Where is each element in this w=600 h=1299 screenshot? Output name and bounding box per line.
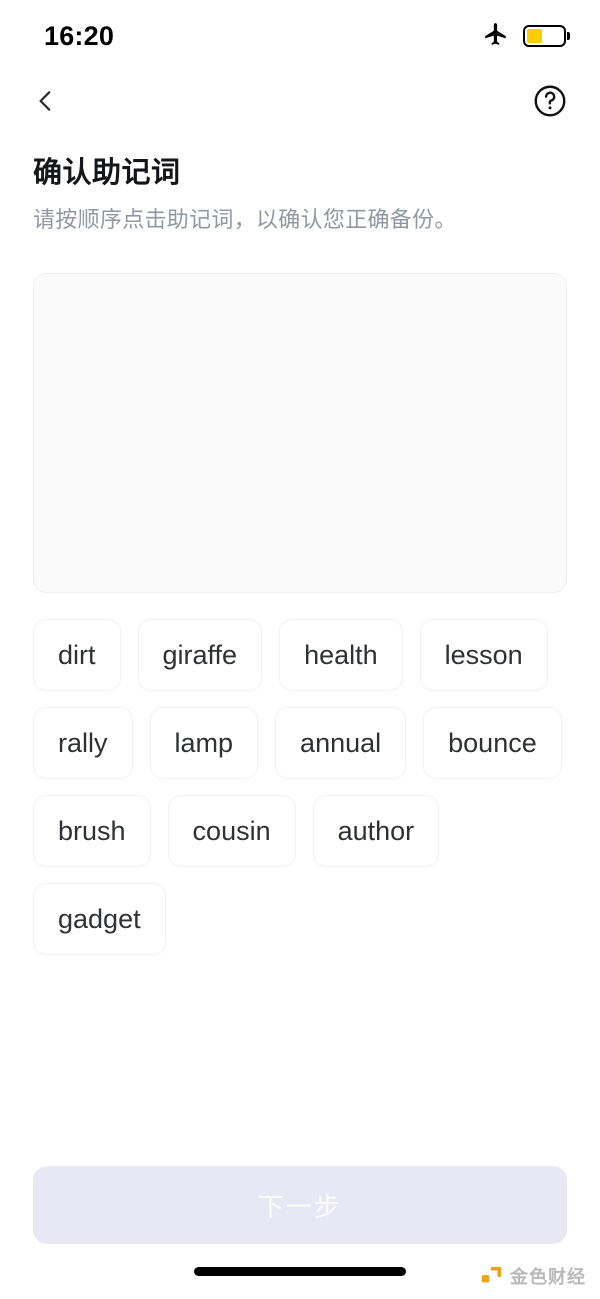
word-chip[interactable]: bounce: [423, 707, 562, 780]
back-button[interactable]: [24, 81, 68, 125]
airplane-mode-icon: [483, 21, 509, 52]
watermark-logo-icon: [481, 1265, 503, 1287]
word-chip[interactable]: health: [279, 619, 403, 692]
help-button[interactable]: [530, 83, 570, 123]
word-pool: dirt giraffe health lesson rally lamp annual bo…: [33, 619, 567, 956]
word-chip[interactable]: brush: [33, 795, 151, 868]
header-section: 确认助记词 请按顺序点击助记词，以确认您正确备份。: [0, 134, 600, 234]
phone-screen: 16:20 确认助记词 请按顺序点击助记词，以确认您正确备份。 dirt gir…: [0, 0, 600, 1299]
question-mark-circle-icon: [532, 83, 568, 124]
page-title: 确认助记词: [33, 157, 181, 189]
page-subtitle: 请按顺序点击助记词，以确认您正确备份。: [33, 206, 457, 232]
battery-fill: [527, 29, 542, 43]
word-chip[interactable]: cousin: [167, 795, 296, 868]
status-icons: [483, 21, 566, 52]
word-chip[interactable]: lamp: [149, 707, 259, 780]
watermark: 金色财经: [481, 1263, 586, 1289]
watermark-text: 金色财经: [510, 1267, 586, 1287]
chevron-left-icon: [33, 88, 59, 119]
battery-icon: [523, 25, 566, 47]
word-chip[interactable]: dirt: [33, 619, 121, 692]
word-chip[interactable]: annual: [275, 707, 407, 780]
word-chip[interactable]: author: [312, 795, 440, 868]
selected-words-area[interactable]: [33, 273, 567, 594]
word-chip[interactable]: lesson: [419, 619, 548, 692]
status-time: 16:20: [44, 20, 115, 51]
nav-bar: [0, 72, 600, 134]
layout-spacer: [0, 955, 600, 1166]
word-chip[interactable]: rally: [33, 707, 133, 780]
home-area: 金色财经: [0, 1244, 600, 1299]
home-indicator[interactable]: [194, 1267, 406, 1276]
status-bar: 16:20: [0, 0, 600, 72]
word-chip[interactable]: giraffe: [137, 619, 263, 692]
next-button[interactable]: 下一步: [33, 1166, 567, 1244]
word-chip[interactable]: gadget: [33, 883, 166, 956]
